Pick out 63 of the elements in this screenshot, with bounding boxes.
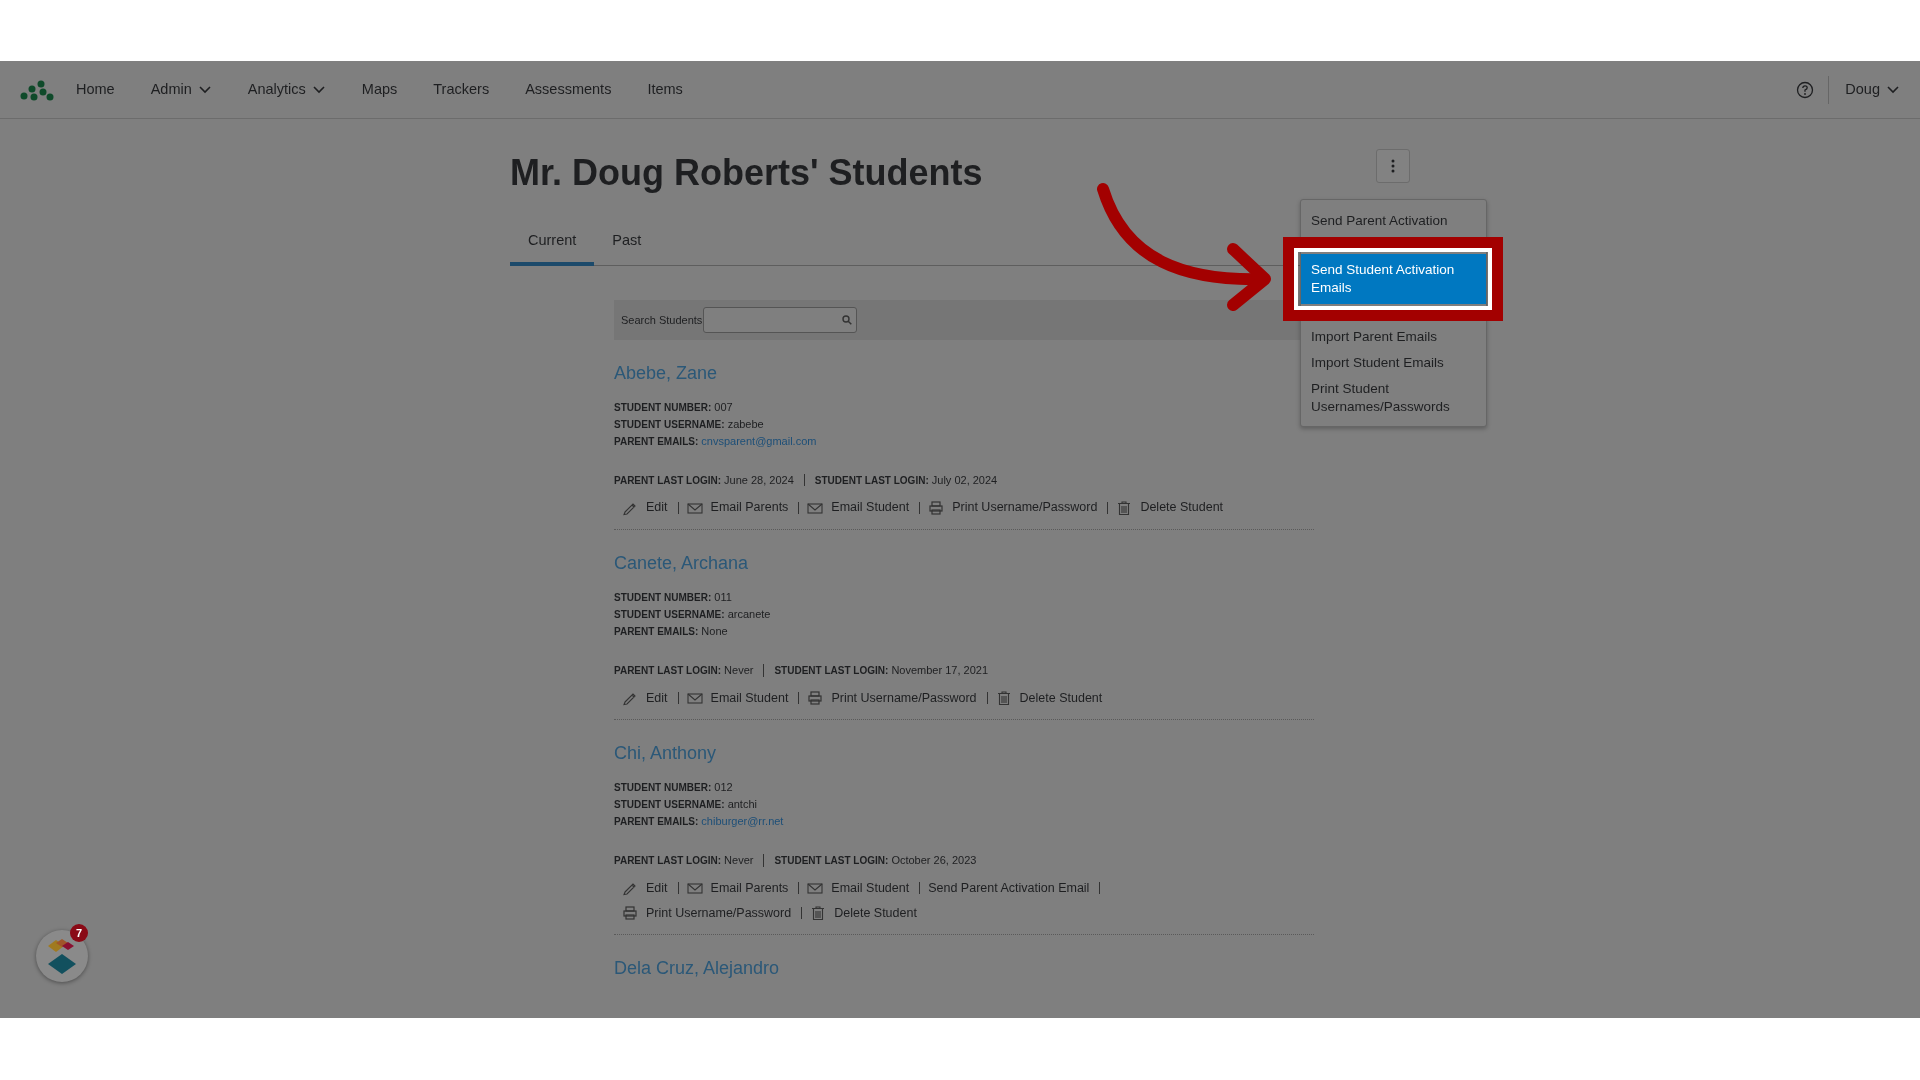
- action-link[interactable]: Email Student: [678, 688, 789, 708]
- nav-link[interactable]: Maps: [361, 78, 398, 101]
- action-link[interactable]: Email Student: [799, 878, 910, 898]
- action-link[interactable]: Edit: [614, 688, 668, 708]
- menu-item[interactable]: Print Student Usernames/Passwords: [1301, 376, 1486, 420]
- kebab-icon: [1391, 159, 1395, 173]
- trash-icon: [1116, 499, 1133, 516]
- action-link[interactable]: Print Username/Password: [799, 688, 977, 708]
- action-link[interactable]: Email Parents: [678, 878, 789, 898]
- printer-icon: [622, 905, 638, 922]
- trash-icon: [810, 905, 827, 922]
- search-field[interactable]: [703, 306, 858, 333]
- login-info: PARENT LAST LOGIN: Never: [614, 853, 754, 869]
- student-detail: STUDENT NUMBER: 012: [614, 780, 734, 796]
- student-detail: PARENT EMAILS: None: [614, 624, 729, 640]
- action-link[interactable]: Send Parent Activation Email: [920, 878, 1090, 898]
- logo-icon: [20, 78, 54, 101]
- nav-link[interactable]: Analytics: [247, 78, 326, 101]
- student-detail: STUDENT USERNAME: zabebe: [614, 416, 765, 432]
- nav-link[interactable]: Home: [76, 78, 115, 101]
- student-detail: STUDENT NUMBER: 007: [614, 399, 734, 415]
- action-link[interactable]: Print Username/Password: [614, 903, 792, 923]
- menu-item[interactable]: Send Parent Activation: [1301, 208, 1486, 234]
- login-info: STUDENT LAST LOGIN: October 26, 2023: [774, 853, 977, 869]
- action-link[interactable]: Print Username/Password: [920, 498, 1098, 518]
- action-link[interactable]: Delete Student: [1108, 498, 1224, 518]
- nav-link[interactable]: Admin: [150, 78, 212, 101]
- search-icon: [842, 314, 853, 325]
- login-info: PARENT LAST LOGIN: June 28, 2024: [614, 472, 794, 488]
- menu-item[interactable]: Send Student Activation Emails: [1301, 254, 1486, 304]
- menu-item[interactable]: Import Parent Emails: [1301, 324, 1486, 350]
- help-button[interactable]: [1796, 75, 1830, 104]
- login-info: PARENT LAST LOGIN: Never: [614, 663, 754, 679]
- student-detail: STUDENT USERNAME: antchi: [614, 797, 758, 813]
- student-detail: STUDENT NUMBER: 011: [614, 590, 733, 606]
- printer-icon: [928, 499, 945, 516]
- printer-icon: [807, 690, 824, 707]
- action-link[interactable]: Edit: [614, 498, 668, 518]
- search-label: Search Students: [621, 312, 703, 328]
- nav-link[interactable]: Trackers: [433, 78, 490, 101]
- action-link[interactable]: Delete Student: [987, 688, 1103, 708]
- help-icon: [1796, 80, 1815, 99]
- login-info: STUDENT LAST LOGIN: July 02, 2024: [814, 472, 998, 488]
- nav-link[interactable]: Items: [647, 78, 683, 101]
- page-title: Mr. Doug Roberts' Students: [510, 151, 983, 195]
- more-options-button[interactable]: [1376, 149, 1410, 183]
- student-detail: PARENT EMAILS: chiburger@rr.net: [614, 814, 785, 830]
- action-link[interactable]: Email Student: [799, 498, 910, 518]
- nav-link[interactable]: Assessments: [525, 78, 612, 101]
- student-detail: PARENT EMAILS: cnvsparent@gmail.com: [614, 433, 818, 449]
- envelope-icon: [807, 880, 824, 897]
- envelope-icon: [686, 880, 703, 897]
- login-info: STUDENT LAST LOGIN: November 17, 2021: [774, 663, 988, 679]
- user-menu[interactable]: Doug: [1845, 78, 1900, 101]
- action-link[interactable]: Edit: [614, 878, 668, 898]
- envelope-icon: [686, 690, 703, 707]
- action-link[interactable]: Email Parents: [678, 498, 789, 518]
- tab[interactable]: Past: [594, 224, 660, 266]
- menu-item[interactable]: Import Student Emails: [1301, 350, 1486, 376]
- tab[interactable]: Current: [510, 224, 595, 266]
- action-link[interactable]: Delete Student: [802, 903, 917, 923]
- trash-icon: [995, 690, 1012, 707]
- student-detail: STUDENT USERNAME: arcanete: [614, 607, 772, 623]
